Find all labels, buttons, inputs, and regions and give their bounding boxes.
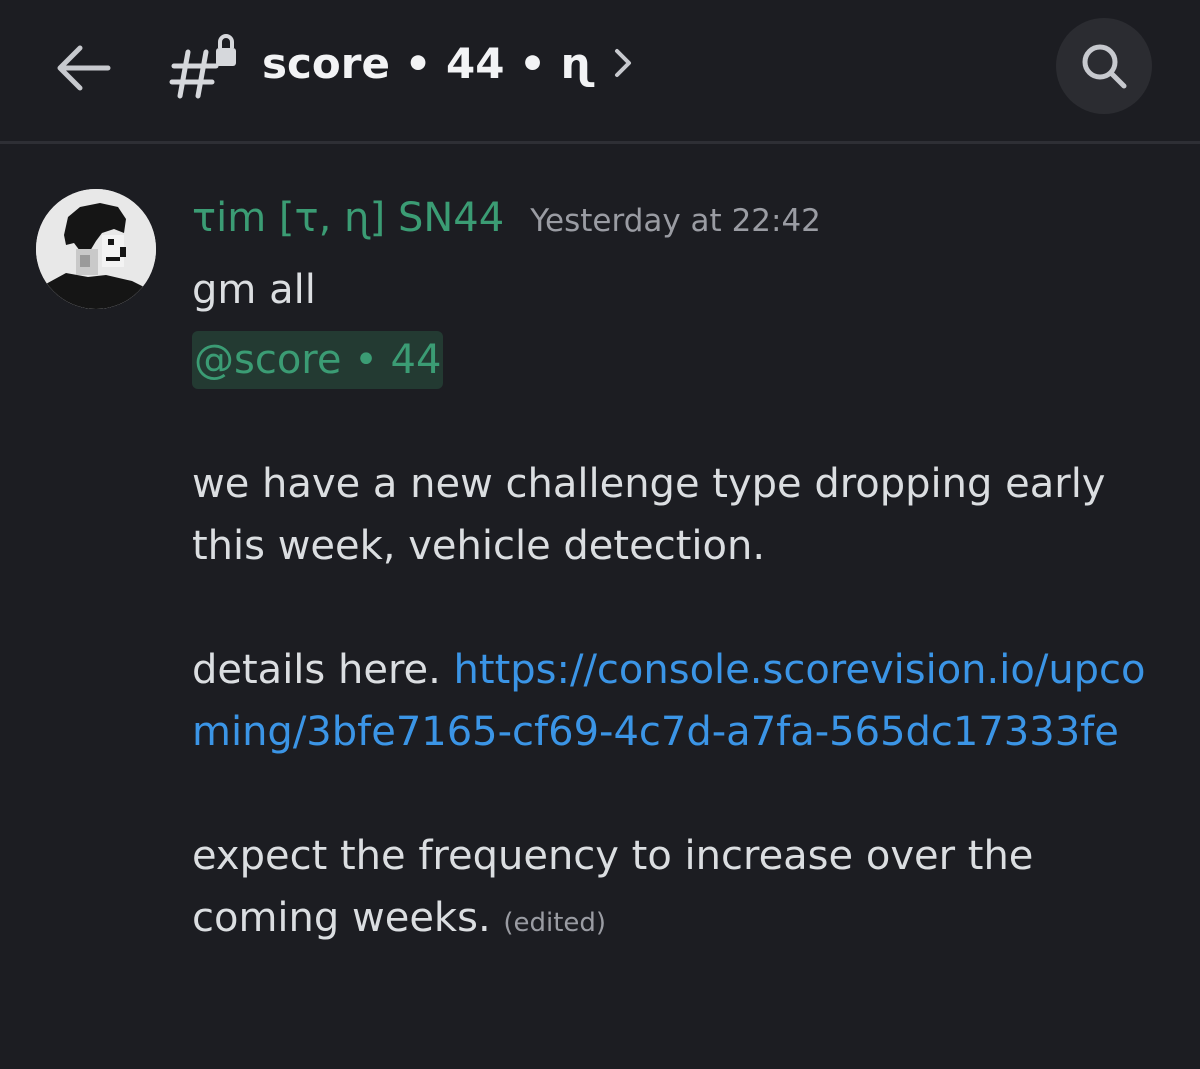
details-paragraph: details here. https://console.scorevisio…	[192, 639, 1152, 763]
message-body: gm all @score • 44 we have a new challen…	[192, 259, 1152, 954]
edited-label: (edited)	[503, 908, 607, 938]
search-icon	[1082, 44, 1127, 89]
role-mention[interactable]: @score • 44	[192, 331, 444, 389]
author-name[interactable]: τim [τ, ɳ] SN44	[192, 195, 504, 241]
greeting-text: gm all	[192, 267, 316, 313]
message-timestamp: Yesterday at 22:42	[530, 203, 821, 239]
channel-header: score • 44 • ɳ	[0, 0, 1200, 144]
channel-title: score • 44 • ɳ	[262, 38, 594, 88]
message-header: τim [τ, ɳ] SN44 Yesterday at 22:42	[192, 195, 821, 241]
details-prefix: details here.	[192, 647, 454, 693]
chevron-right-icon	[612, 45, 634, 81]
announcement-text: we have a new challenge type dropping ea…	[192, 461, 1106, 569]
frequency-paragraph: expect the frequency to increase over th…	[192, 825, 1152, 954]
locked-hashtag-icon	[169, 34, 236, 99]
channel-title-button[interactable]: score • 44 • ɳ	[262, 28, 634, 98]
back-button[interactable]	[52, 36, 116, 100]
frequency-text: expect the frequency to increase over th…	[192, 833, 1034, 941]
avatar[interactable]	[36, 189, 156, 309]
arrow-left-icon	[57, 45, 111, 91]
search-button[interactable]	[1056, 18, 1152, 114]
